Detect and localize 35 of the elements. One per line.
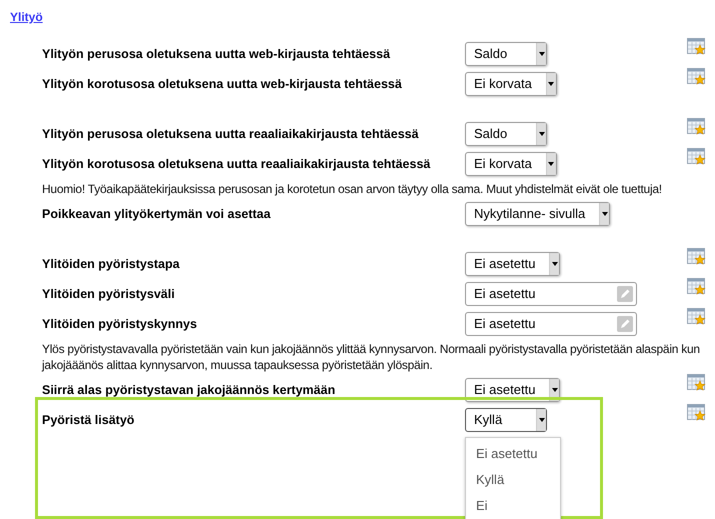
caret-icon: [552, 262, 558, 266]
caret-icon: [548, 162, 554, 166]
dropdown-option[interactable]: Ei asetettu: [466, 440, 560, 467]
caret-icon: [538, 418, 544, 422]
select-dropdown[interactable]: Nykytilanne- sivulla: [465, 202, 610, 226]
note-text: Huomio! Työaikapäätekirjauksissa perusosan ja korotetun osan arvon täytyy olla sama. Muut yhdistelmät eivät ole tuettuja!: [41, 181, 663, 198]
setting-label: Pyöristä lisätyö: [41, 412, 136, 429]
caret-icon: [602, 212, 608, 216]
pencil-icon[interactable]: [617, 286, 633, 302]
select-dropdown[interactable]: Saldo: [465, 122, 547, 146]
input-field[interactable]: Ei asetettu: [465, 312, 637, 336]
setting-label: Ylityön korotusosa oletuksena uutta reaaliaikakirjausta tehtäessä: [41, 156, 432, 173]
setting-label: Siirrä alas pyöristystavan jakojäännös kertymään: [41, 382, 336, 399]
select-dropdown[interactable]: Ei korvata: [465, 72, 557, 96]
setting-label: Ylityön korotusosa oletuksena uutta web-kirjausta tehtäessä: [41, 76, 403, 93]
select-dropdown[interactable]: Kyllä: [465, 408, 547, 432]
section-link[interactable]: Ylityö: [10, 10, 43, 24]
setting-label: Ylityön perusosa oletuksena uutta reaaliaikakirjausta tehtäessä: [41, 126, 420, 143]
setting-label: Ylityön perusosa oletuksena uutta web-kirjausta tehtäessä: [41, 46, 392, 63]
caret-icon: [552, 388, 558, 392]
pencil-icon[interactable]: [617, 316, 633, 332]
setting-label: Ylitöiden pyöristyskynnys: [41, 316, 198, 333]
setting-label: Ylitöiden pyöristystapa: [41, 256, 181, 273]
select-dropdown[interactable]: Saldo: [465, 42, 547, 66]
select-dropdown[interactable]: Ei korvata: [465, 152, 557, 176]
caret-icon: [538, 52, 544, 56]
caret-icon: [548, 82, 554, 86]
note-text: Ylös pyöristystavavalla pyöristetään vain kun jakojäännös ylittää kynnysarvon. Normaali pyöristystavalla pyöristetään alaspäin kun jakojääänös alittaa kynnysarvon, muussa tapauksessa pyöristetään ylöspäin.: [40, 341, 701, 374]
dropdown-option[interactable]: Ei: [466, 492, 560, 519]
setting-label: Poikkeavan ylityökertymän voi asettaa: [41, 206, 272, 223]
select-dropdown[interactable]: Ei asetettu: [465, 252, 560, 276]
input-field[interactable]: Ei asetettu: [465, 282, 637, 306]
dropdown-option[interactable]: Kyllä: [466, 466, 560, 493]
caret-icon: [538, 132, 544, 136]
setting-label: Ylitöiden pyöristysväli: [41, 286, 176, 303]
